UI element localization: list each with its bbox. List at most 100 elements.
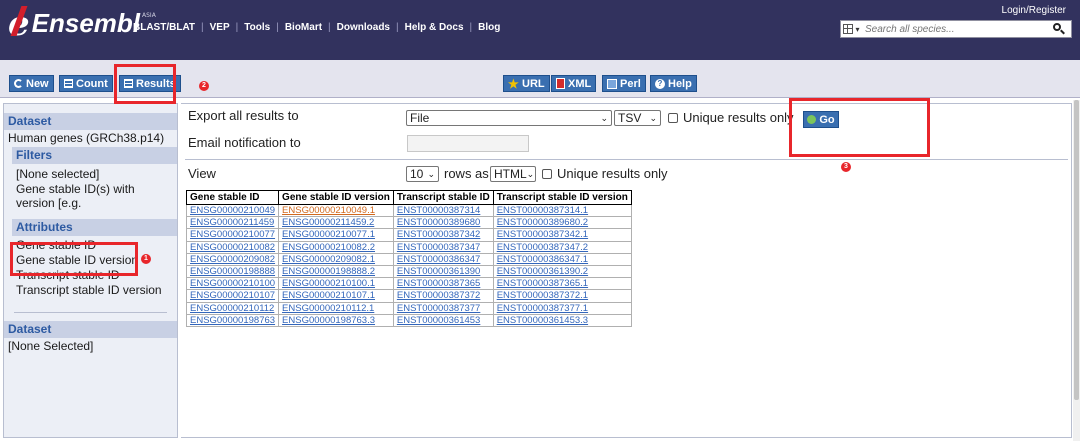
transcript-id-version-link[interactable]: ENST00000387377.1 bbox=[492, 301, 632, 315]
xml-button[interactable]: XML bbox=[551, 75, 597, 92]
gene-id-link[interactable]: ENSG00000210049 bbox=[185, 203, 280, 218]
nav-help-docs[interactable]: Help & Docs bbox=[399, 22, 470, 33]
table-row: ENSG00000210107 ENSG00000210107.1 ENST0000… bbox=[185, 289, 632, 303]
annotation-box-go bbox=[789, 98, 930, 157]
help-label: Help bbox=[668, 77, 692, 90]
email-label: Email notification to bbox=[188, 135, 301, 150]
transcript-id-link[interactable]: ENST00000387347 bbox=[392, 240, 494, 254]
gene-id-version-link[interactable]: ENSG00000210100.1 bbox=[278, 277, 394, 291]
attributes-heading[interactable]: Attributes bbox=[12, 219, 177, 236]
export-unique-checkbox[interactable] bbox=[668, 112, 678, 123]
nav-blast[interactable]: BLAST/BLAT bbox=[133, 22, 201, 33]
transcript-id-version-link[interactable]: ENST00000389680.2 bbox=[492, 216, 632, 230]
species-dropdown[interactable]: ▾ bbox=[841, 21, 865, 37]
transcript-id-link[interactable]: ENST00000387372 bbox=[392, 289, 494, 303]
nav-vep[interactable]: VEP bbox=[204, 22, 236, 33]
gene-id-link[interactable]: ENSG00000210082 bbox=[185, 240, 280, 254]
login-register-link[interactable]: Login/Register bbox=[1002, 5, 1066, 16]
table-row: ENSG00000210082 ENSG00000210082.2 ENST0000… bbox=[185, 240, 632, 254]
transcript-id-version-link[interactable]: ENST00000387314.1 bbox=[492, 203, 632, 218]
dataset2-value[interactable]: [None Selected] bbox=[4, 338, 177, 355]
view-unique-label: Unique results only bbox=[557, 166, 668, 181]
gene-id-link[interactable]: ENSG00000210112 bbox=[185, 301, 280, 315]
nav-blog[interactable]: Blog bbox=[472, 22, 506, 33]
transcript-id-version-link[interactable]: ENST00000387372.1 bbox=[492, 289, 632, 303]
gene-id-version-link[interactable]: ENSG00000211459.2 bbox=[278, 216, 394, 230]
transcript-id-version-link[interactable]: ENST00000386347.1 bbox=[492, 252, 632, 266]
url-label: URL bbox=[522, 77, 545, 90]
gene-id-version-link[interactable]: ENSG00000210107.1 bbox=[278, 289, 394, 303]
transcript-id-version-link[interactable]: ENST00000361390.2 bbox=[492, 264, 632, 279]
gene-id-version-link[interactable]: ENSG00000198888.2 bbox=[278, 264, 394, 279]
nav-downloads[interactable]: Downloads bbox=[331, 22, 396, 33]
gene-id-link[interactable]: ENSG00000211459 bbox=[185, 216, 280, 230]
top-nav: BLAST/BLAT | VEP | Tools | BioMart | Downloa… bbox=[133, 22, 506, 33]
dataset2-heading[interactable]: Dataset bbox=[4, 321, 177, 338]
gene-id-version-link[interactable]: ENSG00000198763.3 bbox=[278, 313, 394, 327]
filters-heading[interactable]: Filters bbox=[12, 147, 177, 164]
table-row: ENSG00000210049 ENSG00000210049.1 ENST0000… bbox=[185, 203, 632, 218]
export-destination-select[interactable]: File ⌄ bbox=[406, 110, 612, 126]
table-row: ENSG00000210100 ENSG00000210100.1 ENST0000… bbox=[185, 277, 632, 291]
transcript-id-link[interactable]: ENST00000387342 bbox=[392, 228, 494, 242]
column-header: Transcript stable ID version bbox=[492, 190, 632, 205]
dataset-heading[interactable]: Dataset bbox=[4, 113, 177, 130]
scrollbar-thumb[interactable] bbox=[1074, 100, 1079, 400]
chevron-down-icon: ⌄ bbox=[649, 112, 657, 123]
help-button[interactable]: ? Help bbox=[650, 75, 697, 92]
perl-button[interactable]: Perl bbox=[602, 75, 646, 92]
search-icon[interactable] bbox=[1051, 21, 1067, 37]
annotation-box-results bbox=[114, 64, 176, 104]
nav-biomart[interactable]: BioMart bbox=[279, 22, 328, 33]
species-search-input[interactable] bbox=[865, 22, 1051, 36]
new-button[interactable]: New bbox=[9, 75, 54, 92]
annotation-marker-2: 2 bbox=[199, 81, 209, 91]
rows-count-value: 10 bbox=[410, 167, 424, 181]
transcript-id-link[interactable]: ENST00000387377 bbox=[392, 301, 494, 315]
transcript-id-link[interactable]: ENST00000387314 bbox=[392, 203, 494, 218]
rows-count-select[interactable]: 10 ⌄ bbox=[406, 166, 439, 182]
table-row: ENSG00000198888 ENSG00000198888.2 ENST0000… bbox=[185, 264, 632, 279]
dataset-value[interactable]: Human genes (GRCh38.p14) bbox=[4, 130, 177, 147]
gene-id-version-link[interactable]: ENSG00000210112.1 bbox=[278, 301, 394, 315]
results-panel: Export all results to File ⌄ TSV ⌄ Unique … bbox=[181, 103, 1072, 438]
logo-superscript: ASIA bbox=[142, 12, 156, 19]
email-field[interactable] bbox=[407, 135, 529, 152]
transcript-id-link[interactable]: ENST00000386347 bbox=[392, 252, 494, 266]
gene-id-link[interactable]: ENSG00000210107 bbox=[185, 289, 280, 303]
table-row: ENSG00000210112 ENSG00000210112.1 ENST0000… bbox=[185, 301, 632, 315]
count-button[interactable]: Count bbox=[59, 75, 113, 92]
page-scrollbar[interactable] bbox=[1073, 100, 1080, 441]
export-unique-option[interactable]: Unique results only bbox=[668, 110, 794, 125]
transcript-id-link[interactable]: ENST00000389680 bbox=[392, 216, 494, 230]
gene-id-link[interactable]: ENSG00000209082 bbox=[185, 252, 280, 266]
annotation-marker-1: 1 bbox=[141, 254, 151, 264]
gene-id-version-link[interactable]: ENSG00000210077.1 bbox=[278, 228, 394, 242]
transcript-id-link[interactable]: ENST00000387365 bbox=[392, 277, 494, 291]
nav-tools[interactable]: Tools bbox=[238, 22, 276, 33]
transcript-id-link[interactable]: ENST00000361453 bbox=[392, 313, 494, 327]
xml-label: XML bbox=[568, 77, 592, 90]
view-unique-option[interactable]: Unique results only bbox=[542, 166, 668, 181]
gene-id-link[interactable]: ENSG00000210100 bbox=[185, 277, 280, 291]
gene-id-version-link[interactable]: ENSG00000209082.1 bbox=[278, 252, 394, 266]
transcript-id-version-link[interactable]: ENST00000361453.3 bbox=[492, 313, 632, 327]
url-button[interactable]: ★ URL bbox=[503, 75, 550, 92]
count-icon bbox=[64, 79, 73, 88]
gene-id-version-link[interactable]: ENSG00000210049.1 bbox=[278, 203, 394, 218]
gene-id-version-link[interactable]: ENSG00000210082.2 bbox=[278, 240, 394, 254]
gene-id-link[interactable]: ENSG00000198763 bbox=[185, 313, 280, 327]
view-unique-checkbox[interactable] bbox=[542, 168, 552, 179]
transcript-id-version-link[interactable]: ENST00000387347.2 bbox=[492, 240, 632, 254]
transcript-id-version-link[interactable]: ENST00000387342.1 bbox=[492, 228, 632, 242]
transcript-id-version-link[interactable]: ENST00000387365.1 bbox=[492, 277, 632, 291]
filter-none: [None selected] bbox=[16, 167, 100, 181]
gene-id-link[interactable]: ENSG00000198888 bbox=[185, 264, 280, 279]
view-format-select[interactable]: HTML ⌄ bbox=[490, 166, 536, 182]
perl-icon bbox=[607, 78, 617, 89]
gene-id-link[interactable]: ENSG00000210077 bbox=[185, 228, 280, 242]
transcript-id-link[interactable]: ENST00000361390 bbox=[392, 264, 494, 279]
export-label: Export all results to bbox=[188, 108, 299, 123]
sidebar-divider bbox=[14, 312, 167, 313]
export-format-select[interactable]: TSV ⌄ bbox=[614, 110, 661, 126]
